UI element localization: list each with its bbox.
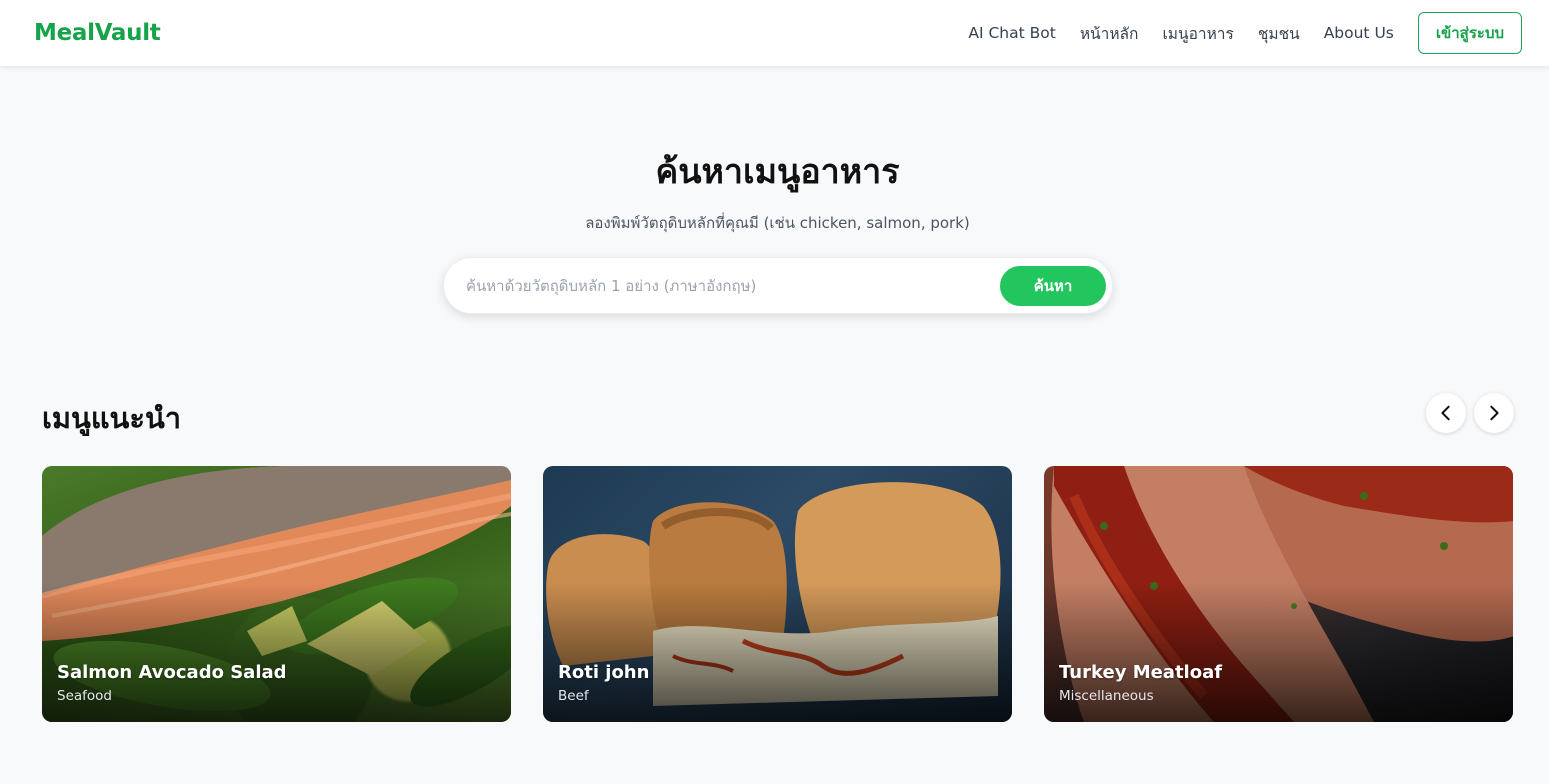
recipe-card-salmon-avocado-salad[interactable]: Salmon Avocado Salad Seafood: [42, 466, 511, 722]
nav-link-about-us[interactable]: About Us: [1324, 24, 1394, 42]
chevron-left-icon: [1441, 405, 1450, 421]
recipe-name: Salmon Avocado Salad: [57, 662, 287, 683]
recipe-card-roti-john[interactable]: Roti john Beef: [543, 466, 1012, 722]
recipe-card-turkey-meatloaf[interactable]: Turkey Meatloaf Miscellaneous: [1044, 466, 1513, 722]
card-overlay: [42, 582, 511, 722]
login-button[interactable]: เข้าสู่ระบบ: [1417, 12, 1522, 54]
search-bar: ค้นหา: [443, 257, 1113, 314]
nav-link-community[interactable]: ชุมชน: [1258, 21, 1300, 46]
search-subtitle: ลองพิมพ์วัตถุดิบหลักที่คุณมี (เช่น chick…: [585, 214, 970, 232]
recipe-category: Miscellaneous: [1059, 688, 1154, 704]
nav-link-home[interactable]: หน้าหลัก: [1080, 21, 1139, 46]
search-heading: ค้นหาเมนูอาหาร: [655, 152, 900, 192]
nav-link-menu[interactable]: เมนูอาหาร: [1162, 21, 1233, 46]
recipe-name: Turkey Meatloaf: [1059, 662, 1223, 683]
card-overlay: [543, 582, 1012, 722]
carousel-next-button[interactable]: [1474, 393, 1514, 433]
recommended-heading: เมนูแนะนำ: [42, 401, 182, 435]
logo[interactable]: MealVault: [34, 20, 161, 46]
chevron-right-icon: [1490, 405, 1499, 421]
recipe-category: Beef: [558, 688, 589, 704]
nav-link-ai-chat-bot[interactable]: AI Chat Bot: [968, 24, 1055, 42]
recipe-name: Roti john: [558, 662, 650, 683]
search-button[interactable]: ค้นหา: [1000, 266, 1106, 306]
carousel-prev-button[interactable]: [1426, 393, 1466, 433]
main-nav: AI Chat Bot หน้าหลัก เมนูอาหาร ชุมชน Abo…: [968, 12, 1522, 54]
search-input[interactable]: [466, 272, 986, 300]
top-navbar: MealVault AI Chat Bot หน้าหลัก เมนูอาหาร…: [0, 0, 1549, 66]
recipe-category: Seafood: [57, 688, 112, 704]
